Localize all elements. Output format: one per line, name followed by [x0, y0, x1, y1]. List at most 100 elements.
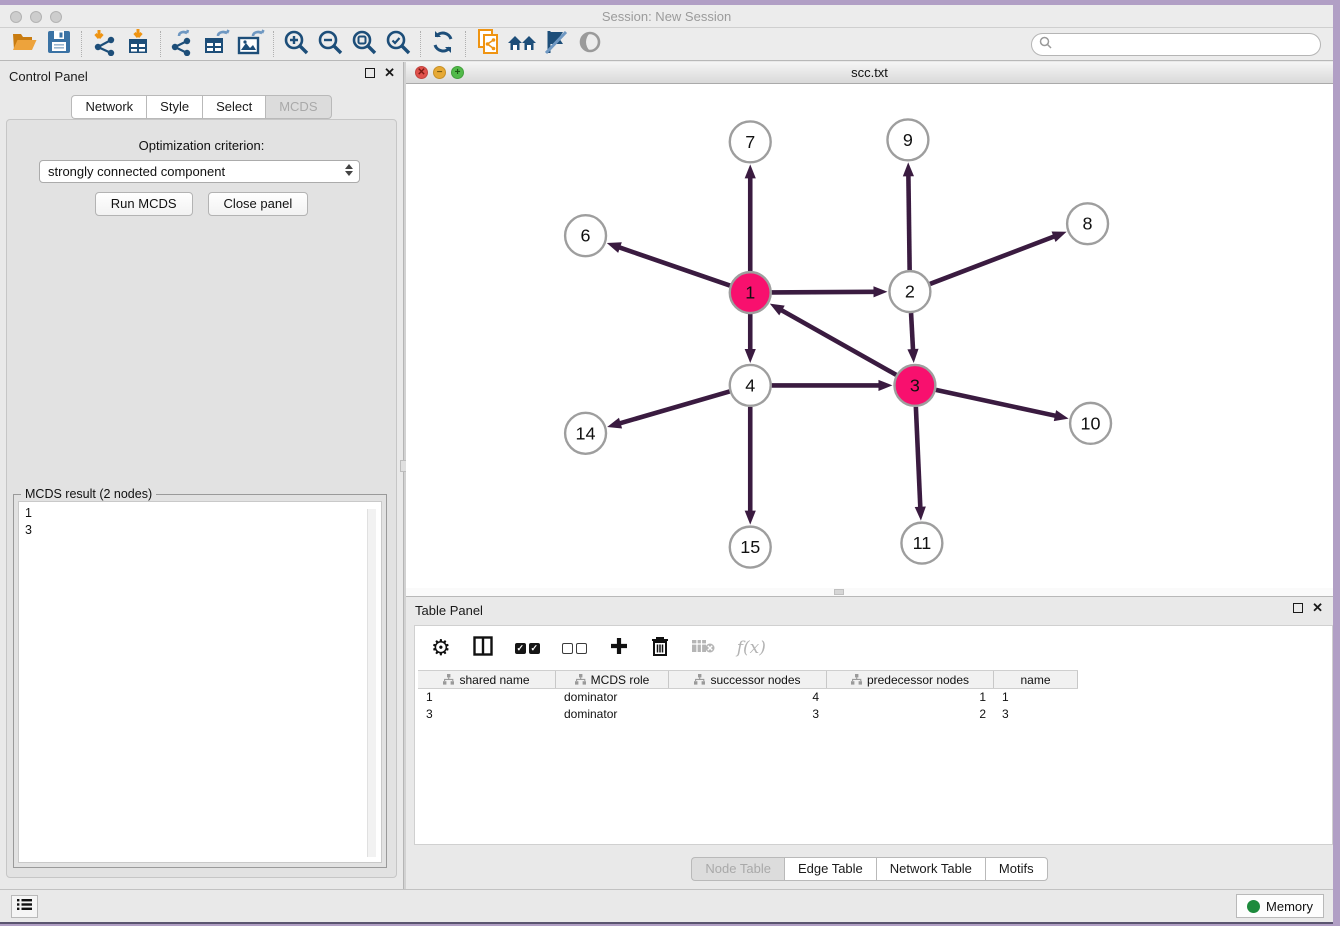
- table-cell: 3: [418, 706, 556, 723]
- zoom-in-button[interactable]: [279, 29, 313, 59]
- add-row-button[interactable]: [609, 636, 629, 661]
- zoom-out-button[interactable]: [313, 29, 347, 59]
- search-field[interactable]: [1031, 33, 1321, 56]
- deselect-all-button[interactable]: [562, 643, 587, 654]
- delete-table-icon: [691, 638, 715, 659]
- result-scrollbar[interactable]: [367, 509, 376, 857]
- apply-function-button[interactable]: f(x): [737, 638, 766, 658]
- select-all-button[interactable]: ✓✓: [515, 643, 540, 654]
- zoom-selected-button[interactable]: [381, 29, 415, 59]
- tab-network[interactable]: Network: [71, 95, 146, 119]
- export-image-icon: [236, 28, 266, 61]
- graph-edge-3-11[interactable]: [916, 407, 921, 509]
- table-cell: 2: [827, 706, 994, 723]
- graph-edge-2-8[interactable]: [930, 236, 1055, 284]
- homes-icon: [506, 29, 538, 60]
- open-folder-icon: [11, 29, 39, 60]
- mcds-result-text[interactable]: 1 3: [18, 501, 382, 863]
- graph-node-label: 15: [740, 537, 760, 557]
- save-session-button[interactable]: [42, 29, 76, 59]
- apply-layout-button[interactable]: [426, 29, 460, 59]
- graph-edge-3-10[interactable]: [936, 390, 1057, 416]
- table-options-button[interactable]: ⚙: [431, 637, 451, 659]
- table-row[interactable]: 1dominator411: [418, 689, 1078, 706]
- save-disk-icon: [46, 29, 72, 60]
- tab-edge-table[interactable]: Edge Table: [784, 857, 876, 881]
- close-panel-icon[interactable]: ✕: [384, 68, 395, 78]
- control-panel: Control Panel ✕ Network Style Select MCD…: [0, 62, 403, 889]
- export-image-button[interactable]: [234, 29, 268, 59]
- graph-node-label: 11: [913, 533, 932, 553]
- graph-edge-1-6[interactable]: [618, 247, 730, 286]
- open-session-button[interactable]: [8, 29, 42, 59]
- graph-edge-4-14[interactable]: [619, 391, 730, 423]
- plus-icon: [609, 636, 629, 661]
- tab-network-table[interactable]: Network Table: [876, 857, 985, 881]
- float-panel-icon[interactable]: [1293, 603, 1303, 613]
- table-cell: 3: [994, 706, 1078, 723]
- table-cell: dominator: [556, 706, 669, 723]
- edge-arrowhead: [607, 242, 622, 253]
- network-view-window: ✕ − + scc.txt 1234678910111415: [406, 62, 1333, 597]
- graph-node-label: 7: [745, 132, 755, 152]
- zoom-fit-button[interactable]: [347, 29, 381, 59]
- optimization-criterion-label: Optimization criterion:: [7, 138, 396, 153]
- run-mcds-button[interactable]: Run MCDS: [95, 192, 193, 216]
- import-table-button[interactable]: [121, 29, 155, 59]
- fx-icon: f(x): [737, 638, 766, 658]
- delete-row-button[interactable]: [651, 636, 669, 661]
- export-table-button[interactable]: [200, 29, 234, 59]
- column-header-name[interactable]: name: [994, 671, 1078, 688]
- edge-arrowhead: [873, 286, 887, 297]
- tab-select[interactable]: Select: [202, 95, 265, 119]
- column-header-shared-name[interactable]: shared name: [418, 671, 556, 688]
- import-network-icon: [90, 28, 118, 61]
- criterion-value: strongly connected component: [48, 164, 225, 179]
- show-graphics-details-button[interactable]: [573, 29, 607, 59]
- column-header-mcds-role[interactable]: MCDS role: [556, 671, 669, 688]
- network-canvas[interactable]: 1234678910111415: [406, 84, 1333, 588]
- graph-edge-1-2[interactable]: [772, 292, 876, 293]
- export-network-button[interactable]: [166, 29, 200, 59]
- node-table-body: 1dominator4113dominator323: [415, 689, 1332, 722]
- search-icon: [1039, 36, 1052, 54]
- table-cell: 1: [418, 689, 556, 706]
- graph-node-label: 1: [745, 283, 755, 303]
- first-neighbors-button[interactable]: [505, 29, 539, 59]
- graph-edge-2-9[interactable]: [908, 174, 909, 270]
- task-history-button[interactable]: [11, 895, 38, 918]
- clone-network-button[interactable]: [471, 29, 505, 59]
- table-panel: Table Panel ✕ ⚙ ✓✓: [406, 597, 1333, 889]
- mcds-result-group: MCDS result (2 nodes) 1 3: [13, 494, 387, 868]
- table-cell: 3: [669, 706, 827, 723]
- import-network-button[interactable]: [87, 29, 121, 59]
- graph-edge-2-3[interactable]: [911, 313, 913, 351]
- graph-node-label: 6: [581, 226, 591, 246]
- canvas-hscrollbar[interactable]: [406, 588, 1333, 596]
- tab-style[interactable]: Style: [146, 95, 202, 119]
- tab-node-table[interactable]: Node Table: [691, 857, 784, 881]
- tab-mcds[interactable]: MCDS: [265, 95, 331, 119]
- table-header-row: shared name MCDS role successor nodes pr…: [418, 670, 1078, 689]
- import-table-icon: [124, 28, 152, 61]
- desktop: Session: New Session: [0, 0, 1340, 926]
- float-panel-icon[interactable]: [365, 68, 375, 78]
- canvas-hscroll-thumb[interactable]: [834, 589, 844, 595]
- column-header-predecessor-nodes[interactable]: predecessor nodes: [827, 671, 994, 688]
- delete-column-button[interactable]: [691, 638, 715, 659]
- graph-edge-3-1[interactable]: [780, 309, 896, 374]
- edge-arrowhead: [607, 418, 622, 429]
- control-panel-title: Control Panel: [9, 69, 88, 84]
- search-input[interactable]: [1056, 38, 1320, 52]
- checked-box-icon: ✓: [529, 643, 540, 654]
- show-column-button[interactable]: [473, 636, 493, 661]
- hide-graphics-details-button[interactable]: [539, 29, 573, 59]
- criterion-dropdown[interactable]: strongly connected component: [39, 160, 360, 183]
- export-network-icon: [169, 28, 197, 61]
- column-header-successor-nodes[interactable]: successor nodes: [669, 671, 827, 688]
- memory-button[interactable]: Memory: [1236, 894, 1324, 918]
- close-panel-icon[interactable]: ✕: [1312, 603, 1323, 613]
- table-row[interactable]: 3dominator323: [418, 706, 1078, 723]
- tab-motifs[interactable]: Motifs: [985, 857, 1048, 881]
- close-panel-button[interactable]: Close panel: [208, 192, 309, 216]
